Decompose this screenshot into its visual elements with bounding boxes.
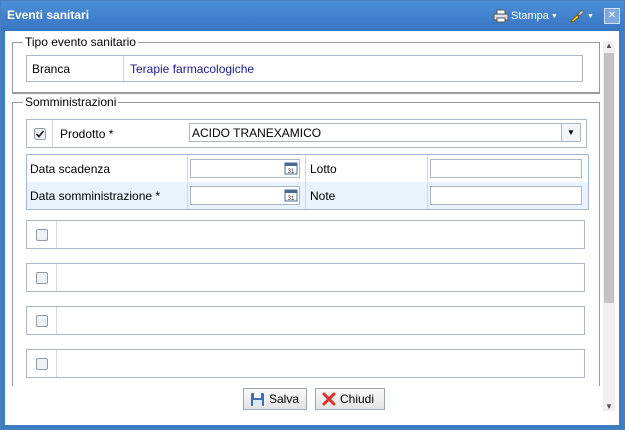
dialog-body: ▲ ▼ Tipo evento sanitario Branca Terapie… xyxy=(5,31,619,425)
prodotto-value: ACIDO TRANEXAMICO xyxy=(192,126,322,140)
svg-text:31: 31 xyxy=(288,169,295,175)
calendar-icon[interactable]: 31 xyxy=(284,161,298,178)
svg-text:31: 31 xyxy=(288,196,295,202)
prodotto-checkbox[interactable] xyxy=(27,120,53,147)
data-somministrazione-input[interactable]: 31 xyxy=(190,186,300,205)
row-checkbox[interactable] xyxy=(27,307,57,334)
branca-row: Branca Terapie farmacologiche xyxy=(26,55,583,82)
tipo-evento-fieldset: Tipo evento sanitario Branca Terapie far… xyxy=(12,35,600,94)
brush-icon xyxy=(570,9,585,23)
somministrazioni-legend: Somministrazioni xyxy=(25,95,117,109)
checkmark-icon xyxy=(33,127,46,140)
branca-value: Terapie farmacologiche xyxy=(123,56,581,81)
close-icon[interactable]: ✕ xyxy=(604,8,620,24)
printer-icon xyxy=(493,9,509,23)
chevron-down-icon[interactable]: ▼ xyxy=(561,124,580,141)
scroll-up-icon[interactable]: ▲ xyxy=(605,41,613,50)
data-scadenza-label: Data scadenza xyxy=(30,161,111,176)
tipo-evento-legend: Tipo evento sanitario xyxy=(25,35,136,49)
dialog-window: Eventi sanitari Stampa ▼ ▼ ✕ ▲ ▼ Tipo ev… xyxy=(0,0,625,430)
scroll-down-icon[interactable]: ▼ xyxy=(605,402,613,411)
date-grid: Data scadenza 31 Lotto Data somministraz… xyxy=(26,154,589,210)
note-label: Note xyxy=(310,188,336,203)
empty-product-row xyxy=(26,263,585,292)
save-label: Salva xyxy=(269,392,300,406)
close-label: Chiudi xyxy=(340,392,375,406)
prodotto-select[interactable]: ACIDO TRANEXAMICO ▼ xyxy=(189,123,581,142)
data-somministrazione-label: Data somministrazione * xyxy=(30,188,161,203)
empty-product-row xyxy=(26,220,585,249)
empty-product-row xyxy=(26,306,585,335)
calendar-icon[interactable]: 31 xyxy=(284,188,298,205)
lotto-input[interactable] xyxy=(430,159,582,178)
title-bar[interactable]: Eventi sanitari Stampa ▼ ▼ ✕ xyxy=(1,1,624,31)
chevron-down-icon: ▼ xyxy=(550,12,558,20)
floppy-disk-icon xyxy=(251,392,264,406)
chevron-down-icon: ▼ xyxy=(587,12,594,20)
branca-label: Branca xyxy=(32,61,71,76)
tools-menu-button[interactable]: ▼ xyxy=(569,9,594,23)
prodotto-row: Prodotto * ACIDO TRANEXAMICO ▼ xyxy=(26,119,587,148)
row-checkbox[interactable] xyxy=(27,221,57,248)
data-scadenza-input[interactable]: 31 xyxy=(190,159,300,178)
note-input[interactable] xyxy=(430,186,582,205)
close-icon xyxy=(322,392,336,406)
dialog-title: Eventi sanitari xyxy=(7,8,90,22)
row-checkbox[interactable] xyxy=(27,264,57,291)
empty-product-row xyxy=(26,349,585,378)
vertical-scrollbar[interactable]: ▲ ▼ xyxy=(603,41,615,411)
lotto-label: Lotto xyxy=(310,161,337,176)
scrollbar-thumb[interactable] xyxy=(604,53,614,303)
somministrazioni-fieldset: Somministrazioni Prodotto * ACIDO TRANEX… xyxy=(12,95,600,386)
save-button[interactable]: Salva xyxy=(243,388,307,410)
prodotto-label: Prodotto * xyxy=(60,126,114,141)
close-button[interactable]: Chiudi xyxy=(315,388,385,410)
print-button[interactable]: Stampa ▼ xyxy=(493,9,558,23)
print-label: Stampa xyxy=(511,10,549,22)
row-checkbox[interactable] xyxy=(27,350,57,377)
